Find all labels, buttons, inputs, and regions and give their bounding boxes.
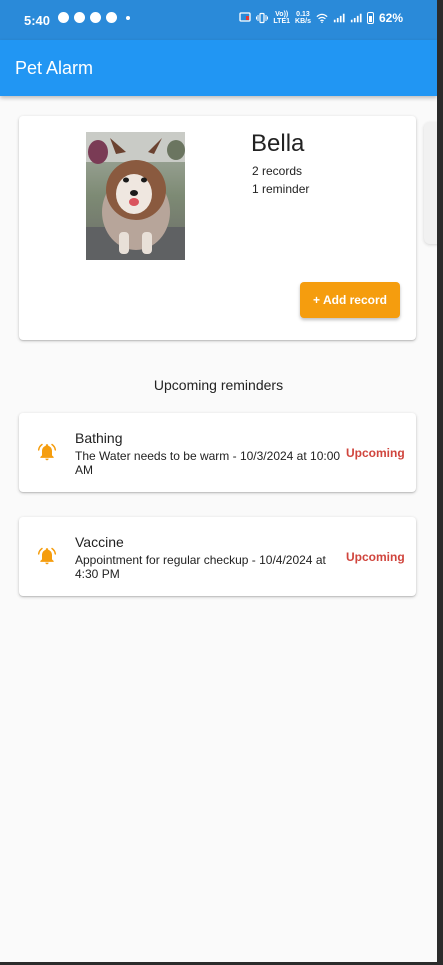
battery-percent: 62% (378, 11, 403, 25)
reminder-status: Upcoming (346, 446, 405, 460)
bell-icon (37, 547, 57, 565)
reminder-card[interactable]: Vaccine Appointment for regular checkup … (19, 517, 416, 596)
app-title: Pet Alarm (15, 58, 94, 78)
upcoming-reminders-title: Upcoming reminders (153, 377, 284, 393)
wifi-icon (316, 13, 328, 24)
pet-photo (86, 132, 185, 260)
reminder-description: Appointment for regular checkup - 10/4/2… (75, 553, 326, 581)
signal-icon (333, 13, 345, 23)
status-time: 5:40 (24, 13, 51, 28)
net-speed: 0.13 KB/s (295, 11, 311, 25)
pet-records-count: 2 records (252, 164, 303, 178)
more-notifications-dot-icon (126, 15, 130, 20)
pet-reminders-count: 1 reminder (252, 182, 310, 196)
battery-icon (366, 12, 374, 24)
pet-photo-image (86, 132, 185, 260)
app-bar: Pet Alarm (0, 40, 437, 96)
reminder-title: Bathing (75, 430, 123, 446)
bell-icon (37, 443, 57, 461)
vibrate-icon (256, 12, 269, 24)
snapchat-icon (74, 12, 85, 23)
notification-icons (58, 12, 130, 23)
reminder-title: Vaccine (75, 534, 124, 550)
pet-name: Bella (251, 130, 305, 157)
system-status: Vo)) LTE1 0.13 KB/s 62% (239, 11, 403, 25)
net-label: Vo)) LTE1 (273, 11, 291, 25)
status-bar: 5:40 Vo)) LTE1 0.13 KB/s 62% (0, 0, 437, 40)
pet-card[interactable]: Bella 2 records 1 reminder + Add record (19, 116, 416, 340)
signal-icon (350, 13, 362, 23)
add-record-button[interactable]: + Add record (300, 282, 400, 318)
cast-icon (239, 12, 252, 22)
screen-edge-right (437, 0, 443, 965)
snapchat-icon (106, 12, 117, 23)
reminder-status: Upcoming (346, 550, 405, 564)
reminder-card[interactable]: Bathing The Water needs to be warm - 10/… (19, 413, 416, 492)
messenger-icon (58, 12, 69, 23)
reminder-description: The Water needs to be warm - 10/3/2024 a… (75, 449, 341, 477)
snapchat-icon (90, 12, 101, 23)
